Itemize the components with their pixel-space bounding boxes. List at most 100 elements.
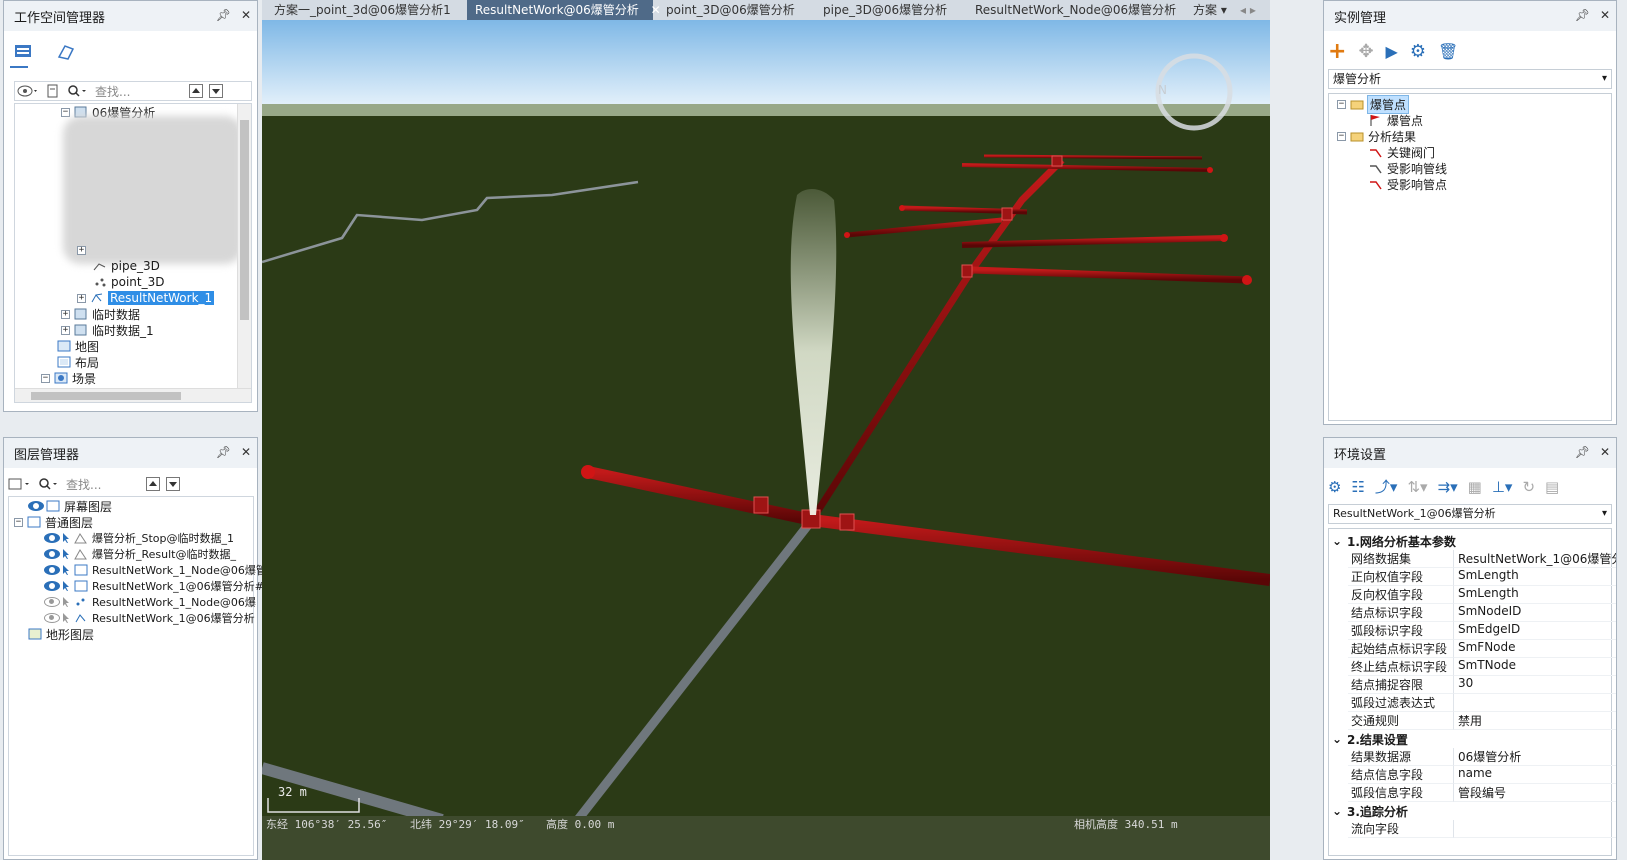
property-value[interactable]: SmNodeID [1454, 604, 1616, 622]
pin-icon[interactable]: 📌︎ [216, 8, 231, 22]
property-row[interactable]: 正向权值字段 SmLength [1348, 568, 1616, 586]
hidden-icon[interactable] [44, 597, 60, 607]
vertical-scrollbar[interactable] [237, 104, 251, 390]
hidden-icon[interactable] [44, 613, 60, 623]
property-value[interactable]: 管段编号 [1454, 784, 1616, 802]
chevron-down-icon[interactable]: ⌄ [1327, 534, 1347, 548]
sort-icon[interactable]: ⇅▾ [1407, 478, 1427, 496]
settings-icon[interactable]: ⚙ [1328, 478, 1341, 496]
property-value[interactable]: SmFNode [1454, 640, 1616, 658]
property-row[interactable]: 弧段信息字段 管段编号 [1348, 784, 1616, 802]
collapse-icon[interactable]: − [61, 107, 70, 117]
layer-search-input[interactable]: 查找... [66, 476, 140, 493]
expand-icon[interactable]: + [77, 293, 86, 303]
workspace-tree-icon[interactable] [14, 43, 34, 61]
property-value[interactable]: SmLength [1454, 586, 1616, 604]
path-analysis-icon[interactable]: ⤴▾ [1375, 476, 1398, 497]
instance-leaf-valve[interactable]: 关键阀门 [1369, 144, 1435, 160]
chevron-down-icon[interactable]: ⌄ [1327, 732, 1347, 746]
visible-icon[interactable] [28, 501, 44, 511]
selectable-icon[interactable] [62, 580, 70, 592]
property-row[interactable]: 弧段标识字段 SmEdgeID [1348, 622, 1616, 640]
tab-list-icon[interactable]: ▾ [1221, 3, 1227, 17]
instance-leaf-burst[interactable]: 爆管点 [1369, 112, 1423, 128]
property-row[interactable]: 弧段过滤表达式 [1348, 694, 1616, 712]
expand-icon[interactable]: + [61, 325, 70, 335]
property-value[interactable]: SmLength [1454, 568, 1616, 586]
refresh-icon[interactable]: ↻ [1522, 478, 1535, 496]
property-value[interactable]: name [1454, 766, 1616, 784]
pin-icon[interactable]: 📌︎ [216, 445, 231, 459]
property-value[interactable]: 30 [1454, 676, 1616, 694]
selectable-icon[interactable] [62, 548, 70, 560]
layer-result[interactable]: 爆管分析_Result@临时数据_ [44, 546, 236, 562]
add-icon[interactable]: + [1328, 40, 1346, 62]
property-row[interactable]: 结点捕捉容限 30 [1348, 676, 1616, 694]
tree-node-resultnetwork[interactable]: + ResultNetWork_1 [77, 290, 215, 306]
property-row[interactable]: 结点信息字段 name [1348, 766, 1616, 784]
property-value[interactable]: 06爆管分析 [1454, 748, 1616, 766]
layer-network-hidden[interactable]: ResultNetWork_1@06爆管分析 [44, 610, 255, 626]
close-icon[interactable]: ✕ [241, 445, 251, 459]
layer-node-hidden[interactable]: ResultNetWork_1_Node@06爆 [44, 594, 256, 610]
pin-icon[interactable]: 📌︎ [1575, 445, 1590, 459]
property-row[interactable]: 结果数据源 06爆管分析 [1348, 748, 1616, 766]
property-value[interactable]: SmTNode [1454, 658, 1616, 676]
visible-icon[interactable] [44, 565, 60, 575]
layer-stop[interactable]: 爆管分析_Stop@临时数据_1 [44, 530, 234, 546]
delete-icon[interactable]: 🗑︎ [1438, 42, 1458, 61]
trace-icon[interactable]: ⇉▾ [1438, 478, 1458, 496]
tree-structure-icon[interactable]: ⊥▾ [1492, 478, 1513, 496]
pin-icon[interactable]: 📌︎ [1575, 8, 1590, 22]
tab-point3d[interactable]: point_3D@06爆管分析 [658, 0, 803, 20]
property-row[interactable]: 起始结点标识字段 SmFNode [1348, 640, 1616, 658]
grid-icon[interactable]: ▦ [1468, 478, 1482, 496]
tab-scroll-arrows[interactable]: ◂ ▸ [1232, 0, 1264, 20]
workspace-search-input[interactable]: 查找... [95, 83, 183, 100]
property-row[interactable]: 终止结点标识字段 SmTNode [1348, 658, 1616, 676]
tree-node-tempdata1[interactable]: + 临时数据_1 [61, 322, 154, 338]
property-value[interactable]: ResultNetWork_1@06爆管分t [1454, 550, 1616, 568]
instance-leaf-affected-points[interactable]: 受影响管点 [1369, 176, 1447, 192]
parameters-icon[interactable]: ☷ [1351, 478, 1364, 496]
property-row[interactable]: 流向字段 [1348, 820, 1616, 838]
close-icon[interactable]: ✕ [1600, 445, 1610, 459]
instance-leaf-affected-lines[interactable]: 受影响管线 [1369, 160, 1447, 176]
tree-node-tempdata[interactable]: + 临时数据 [61, 306, 140, 322]
selectable-icon[interactable] [62, 612, 70, 624]
layer-screen[interactable]: 屏幕图层 [28, 498, 112, 514]
tab-scheme1[interactable]: 方案一_point_3d@06爆管分析1 [266, 0, 459, 20]
add-layer-icon[interactable] [8, 477, 32, 491]
settings-icon[interactable]: ⚙ [1410, 41, 1426, 62]
category-result-settings[interactable]: ⌄ 2.结果设置 [1327, 730, 1619, 748]
collapse-icon[interactable]: − [41, 373, 50, 383]
env-dataset-dropdown[interactable]: ResultNetWork_1@06爆管分析 ▾ [1328, 504, 1612, 524]
layer-network[interactable]: ResultNetWork_1@06爆管分析# [44, 578, 264, 594]
layer-node[interactable]: ResultNetWork_1_Node@06爆管 [44, 562, 267, 578]
collapse-icon[interactable]: − [14, 517, 23, 527]
property-row[interactable]: 交通规则 禁用 [1348, 712, 1616, 730]
chevron-down-icon[interactable]: ⌄ [1327, 804, 1347, 818]
close-icon[interactable]: ✕ [241, 8, 251, 22]
scene-viewport[interactable]: N 32 m 东经 106°38′ 25.56″ 北纬 29°29′ 18.09… [262, 20, 1270, 860]
collapse-icon[interactable]: − [1337, 99, 1346, 109]
visible-icon[interactable] [44, 581, 60, 591]
tab-resultnetwork[interactable]: ResultNetWork@06爆管分析 ✕ [467, 0, 661, 20]
chevron-down-icon[interactable]: ▾ [1602, 505, 1607, 523]
horizontal-scrollbar[interactable] [15, 388, 251, 402]
tab-pipe3d[interactable]: pipe_3D@06爆管分析 [815, 0, 955, 20]
tab-scheme[interactable]: 方案 ▾ [1185, 0, 1235, 20]
find-down-icon[interactable] [209, 84, 223, 98]
chevron-down-icon[interactable]: ▾ [1602, 70, 1607, 88]
tab-resultnetwork-node[interactable]: ResultNetWork_Node@06爆管分析 [967, 0, 1184, 20]
find-up-icon[interactable] [189, 84, 203, 98]
find-down-icon[interactable] [166, 477, 180, 491]
tree-node-scenes[interactable]: − 场景 [41, 370, 96, 386]
property-row[interactable]: 网络数据集 ResultNetWork_1@06爆管分t [1348, 550, 1616, 568]
property-value[interactable] [1454, 820, 1616, 838]
tree-node-pipe3d[interactable]: pipe_3D [93, 258, 160, 274]
selectable-icon[interactable] [62, 596, 70, 608]
property-value[interactable]: SmEdgeID [1454, 622, 1616, 640]
move-icon[interactable]: ✥ [1358, 41, 1373, 62]
tree-node-point3d[interactable]: point_3D [93, 274, 164, 290]
